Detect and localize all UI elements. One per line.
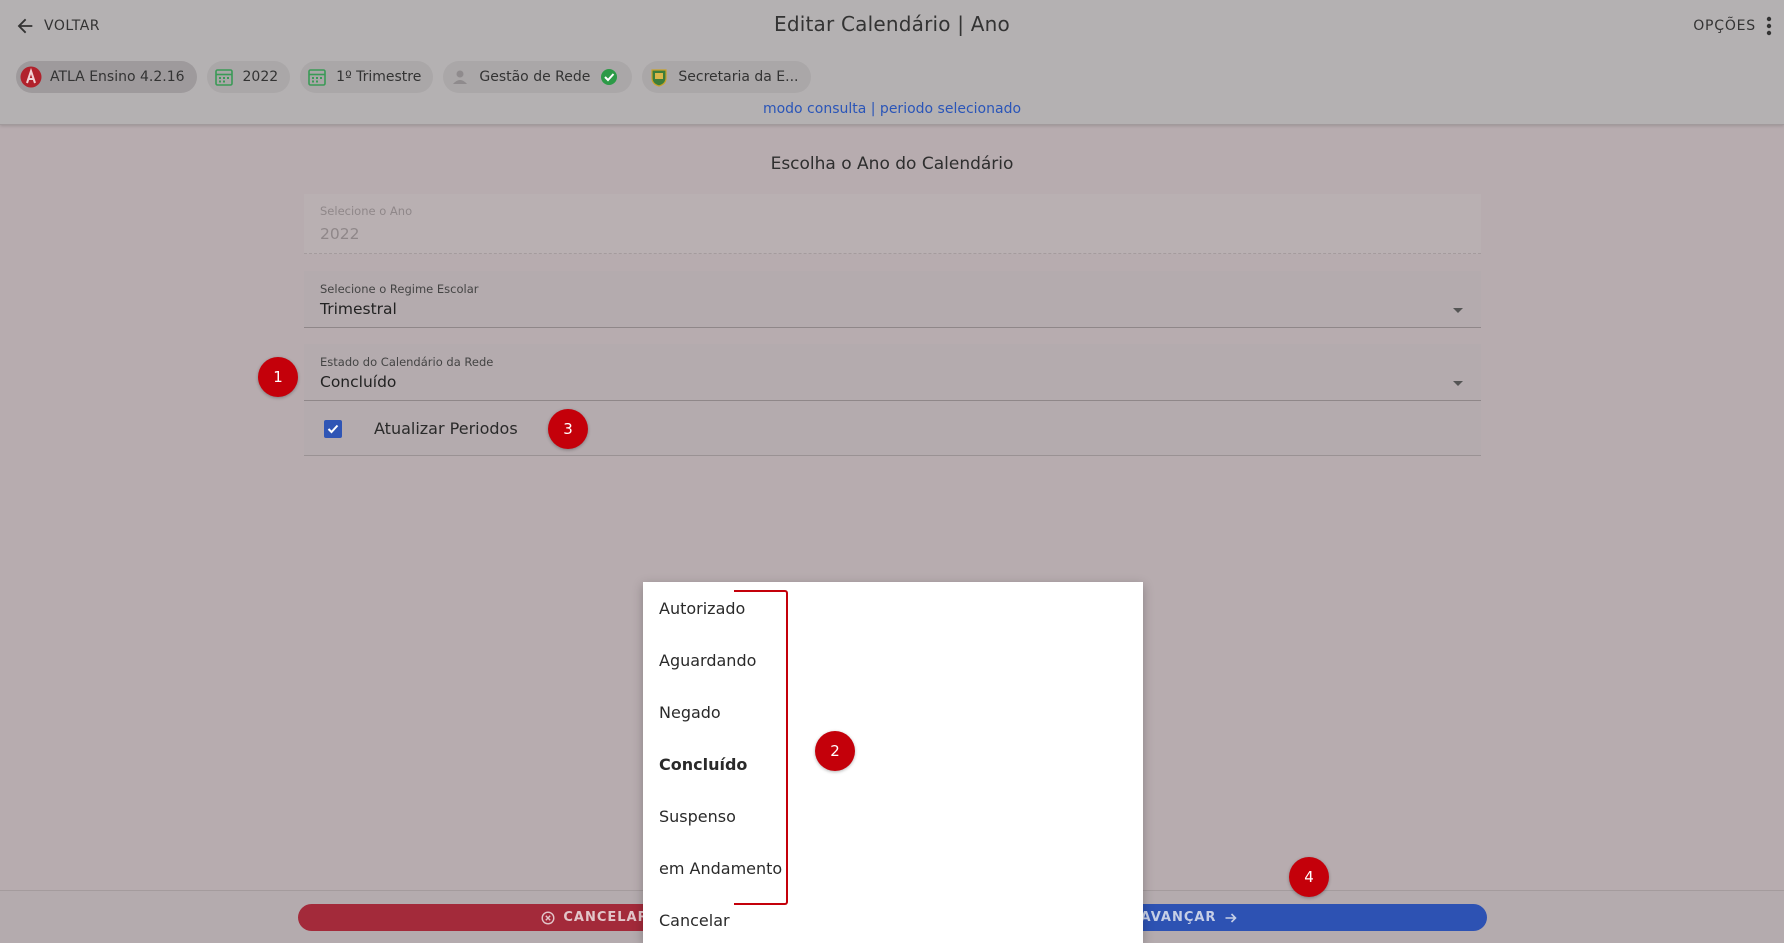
chip-system-version[interactable]: ATLA Ensino 4.2.16 xyxy=(16,61,197,93)
dropdown-arrow-icon xyxy=(1453,381,1463,386)
option-negado[interactable]: Negado xyxy=(659,703,721,722)
page-title: Editar Calendário | Ano xyxy=(774,12,1010,36)
cancel-circle-icon xyxy=(541,910,555,925)
update-periods-checkbox[interactable] xyxy=(324,420,342,438)
step-marker-2: 2 xyxy=(815,731,855,771)
arrow-right-icon xyxy=(1225,912,1238,923)
options-label: OPÇÕES xyxy=(1693,18,1756,34)
chip-period[interactable]: 1º Trimestre xyxy=(300,61,434,93)
chip-label: Gestão de Rede xyxy=(479,69,591,85)
step-marker-3: 3 xyxy=(548,409,588,449)
option-suspenso[interactable]: Suspenso xyxy=(659,807,736,826)
calendar-state-label: Estado do Calendário da Rede xyxy=(320,355,494,369)
year-field-value: 2022 xyxy=(320,225,360,243)
year-field: Selecione o Ano 2022 xyxy=(304,194,1481,254)
chip-label: 2022 xyxy=(242,69,279,85)
cancel-label: CANCELAR xyxy=(563,910,649,925)
advance-label: AVANÇAR xyxy=(1140,910,1217,925)
section-title: Escolha o Ano do Calendário xyxy=(770,154,1014,174)
dropdown-arrow-icon xyxy=(1453,308,1463,313)
chip-management[interactable]: Gestão de Rede xyxy=(443,61,633,93)
check-circle-icon xyxy=(598,66,620,88)
calendar-icon xyxy=(213,66,235,88)
option-cancelar[interactable]: Cancelar xyxy=(659,911,730,930)
regime-select[interactable]: Selecione o Regime Escolar Trimestral xyxy=(304,271,1481,328)
chip-secretary[interactable]: Secretaria da E... xyxy=(642,61,811,93)
regime-select-value: Trimestral xyxy=(320,300,397,318)
options-button[interactable]: OPÇÕES xyxy=(1693,14,1772,38)
calendar-icon xyxy=(306,66,328,88)
atla-logo-icon xyxy=(20,66,42,88)
app-header: VOLTAR Editar Calendário | Ano OPÇÕES AT… xyxy=(0,0,1784,125)
check-icon xyxy=(327,424,339,434)
chip-label: Secretaria da E... xyxy=(678,69,799,85)
option-autorizado[interactable]: Autorizado xyxy=(659,599,745,618)
person-icon xyxy=(449,66,471,88)
update-periods-label: Atualizar Periodos xyxy=(374,419,518,438)
context-chips: ATLA Ensino 4.2.16 2022 1º Trimestre Ges… xyxy=(16,61,811,93)
calendar-state-select[interactable]: Estado do Calendário da Rede Concluído xyxy=(304,344,1481,401)
chip-label: ATLA Ensino 4.2.16 xyxy=(50,69,185,85)
mode-indicator: modo consulta | periodo selecionado xyxy=(762,101,1022,117)
more-vert-icon xyxy=(1766,16,1772,36)
update-periods-row: Atualizar Periodos xyxy=(304,401,1481,456)
step-marker-4: 4 xyxy=(1289,857,1329,897)
crest-icon xyxy=(648,66,670,88)
calendar-state-options: Autorizado Aguardando Negado Concluído S… xyxy=(643,582,1143,943)
calendar-state-value: Concluído xyxy=(320,373,397,391)
chip-label: 1º Trimestre xyxy=(336,69,422,85)
chip-year[interactable]: 2022 xyxy=(206,61,291,93)
regime-select-label: Selecione o Regime Escolar xyxy=(320,282,479,296)
year-field-label: Selecione o Ano xyxy=(320,204,413,218)
options-highlight-bracket xyxy=(734,590,788,905)
step-marker-1: 1 xyxy=(258,357,298,397)
